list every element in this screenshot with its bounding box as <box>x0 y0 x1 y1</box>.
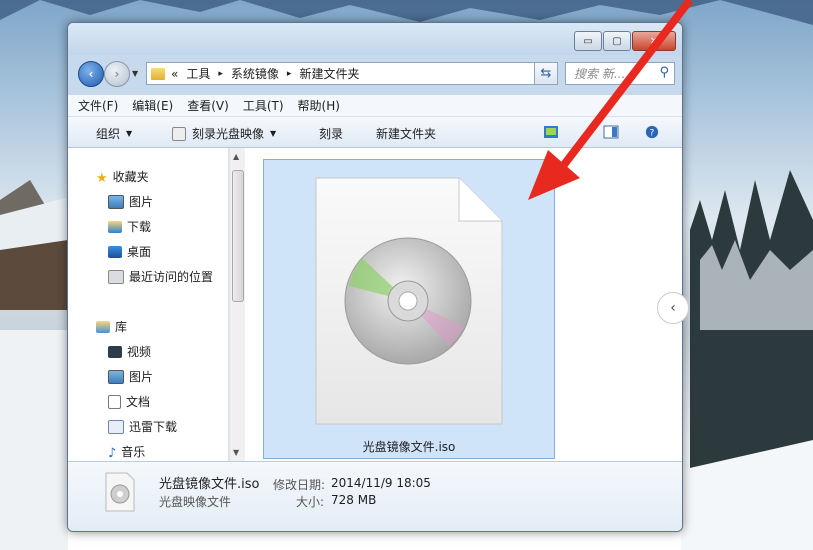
file-item-selected[interactable]: 光盘镜像文件.iso <box>263 159 555 459</box>
desktop-icon <box>108 245 122 258</box>
svg-text:?: ? <box>650 129 655 139</box>
nav-item-label: 图片 <box>129 370 154 384</box>
nav-library[interactable]: 库 <box>96 318 127 335</box>
help-icon[interactable]: ? <box>644 125 660 139</box>
navigation-pane: ★ 收藏夹 图片 下载 桌面 最近访问的位置 库 视频 图片 文档 迅雷下载 ♪… <box>68 148 229 461</box>
nav-item-downloads[interactable]: 下载 <box>108 218 151 235</box>
scroll-down-icon[interactable]: ▼ <box>233 448 239 457</box>
breadcrumb-overflow[interactable]: « <box>171 67 178 81</box>
iso-file-small-icon <box>105 472 135 512</box>
nav-item-desktop[interactable]: 桌面 <box>108 243 151 260</box>
music-note-icon: ♪ <box>108 445 117 461</box>
breadcrumb-item[interactable]: 工具 <box>186 65 210 82</box>
nav-favorites[interactable]: ★ 收藏夹 <box>96 168 149 186</box>
back-button[interactable]: ‹ <box>78 61 104 87</box>
history-dropdown-icon[interactable]: ▼ <box>132 69 138 78</box>
search-placeholder: 搜索 新... <box>574 67 626 81</box>
search-input[interactable]: 搜索 新... ⚲ <box>565 62 675 85</box>
burn-label: 刻录 <box>319 127 344 141</box>
nav-item-recent[interactable]: 最近访问的位置 <box>108 268 213 285</box>
burn-image-button[interactable]: 刻录光盘映像 ▼ <box>172 125 276 142</box>
library-icon <box>96 320 110 333</box>
close-button[interactable]: ✕ <box>632 31 676 51</box>
breadcrumb-item[interactable]: 系统镜像 <box>231 65 279 82</box>
disc-burn-icon <box>172 126 186 141</box>
downloads-icon <box>108 220 122 233</box>
details-modified-label: 修改日期: <box>273 478 326 492</box>
details-file-type: 光盘映像文件 <box>159 495 232 509</box>
scroll-thumb[interactable] <box>232 170 244 302</box>
nav-item-lib-pictures[interactable]: 图片 <box>108 368 153 385</box>
refresh-button[interactable]: ⇆ <box>534 62 558 85</box>
details-size-value: 728 MB <box>331 493 377 507</box>
nav-item-xunlei[interactable]: 迅雷下载 <box>108 418 177 435</box>
nav-item-label: 迅雷下载 <box>129 420 178 434</box>
nav-item-pictures[interactable]: 图片 <box>108 193 153 210</box>
nav-item-label: 文档 <box>126 395 151 409</box>
folder-icon <box>151 67 165 80</box>
nav-item-label: 视频 <box>127 345 152 359</box>
nav-item-label: 桌面 <box>127 245 152 259</box>
nav-library-label: 库 <box>115 320 128 334</box>
maximize-button[interactable]: ▢ <box>603 31 631 51</box>
nav-scrollbar[interactable]: ▲ ▼ <box>229 148 245 461</box>
breadcrumb-separator-icon[interactable]: ▸ <box>287 69 292 79</box>
xunlei-download-icon <box>108 419 124 434</box>
nav-item-documents[interactable]: 文档 <box>108 393 150 410</box>
recent-places-icon <box>108 269 124 284</box>
file-name-label: 光盘镜像文件.iso <box>362 440 456 454</box>
search-icon[interactable]: ⚲ <box>659 65 669 80</box>
nav-item-music[interactable]: ♪ 音乐 <box>108 443 146 461</box>
details-pane: 光盘镜像文件.iso 光盘映像文件 修改日期: 2014/11/9 18:05 … <box>68 461 682 531</box>
chevron-down-icon: ▼ <box>126 129 133 138</box>
nav-item-label: 图片 <box>129 195 154 209</box>
new-folder-button[interactable]: 新建文件夹 <box>376 125 436 142</box>
iso-file-icon <box>315 177 503 425</box>
videos-icon <box>108 345 122 358</box>
star-icon: ★ <box>96 170 108 186</box>
breadcrumb-separator-icon[interactable]: ▸ <box>218 69 223 79</box>
organize-button[interactable]: 组织 ▼ <box>96 125 132 142</box>
menu-file[interactable]: 文件(F) <box>78 97 118 114</box>
documents-icon <box>108 394 121 409</box>
details-file-name: 光盘镜像文件.iso <box>159 477 260 492</box>
address-bar[interactable]: « 工具 ▸ 系统镜像 ▸ 新建文件夹 ▼ <box>146 62 556 85</box>
pictures-icon <box>108 194 124 209</box>
nav-item-label: 最近访问的位置 <box>129 270 214 284</box>
burn-image-label: 刻录光盘映像 <box>192 127 265 141</box>
chevron-down-icon: ▼ <box>270 129 277 138</box>
view-options-icon[interactable] <box>543 125 559 139</box>
command-bar: 组织 ▼ 刻录光盘映像 ▼ 刻录 新建文件夹 ? <box>68 116 682 148</box>
new-folder-label: 新建文件夹 <box>376 127 437 141</box>
address-row: ‹ › ▼ « 工具 ▸ 系统镜像 ▸ 新建文件夹 ▼ ⇆ 搜索 新... ⚲ <box>68 57 682 87</box>
burn-button[interactable]: 刻录 <box>319 125 343 142</box>
details-modified-value: 2014/11/9 18:05 <box>331 476 431 490</box>
nav-item-label: 音乐 <box>121 445 146 459</box>
content-area: ★ 收藏夹 图片 下载 桌面 最近访问的位置 库 视频 图片 文档 迅雷下载 ♪… <box>68 148 682 461</box>
nav-item-label: 下载 <box>127 220 152 234</box>
menu-bar: 文件(F) 编辑(E) 查看(V) 工具(T) 帮助(H) <box>68 94 682 116</box>
breadcrumb-item[interactable]: 新建文件夹 <box>299 65 359 82</box>
menu-help[interactable]: 帮助(H) <box>298 97 340 114</box>
nav-item-videos[interactable]: 视频 <box>108 343 151 360</box>
minimize-button[interactable]: ▭ <box>574 31 602 51</box>
menu-edit[interactable]: 编辑(E) <box>132 97 173 114</box>
pictures-icon <box>108 369 124 384</box>
organize-label: 组织 <box>96 127 121 141</box>
preview-pane-icon[interactable] <box>603 125 619 139</box>
nav-favorites-label: 收藏夹 <box>112 170 149 184</box>
menu-tools[interactable]: 工具(T) <box>243 97 284 114</box>
explorer-window: ▭ ▢ ✕ ‹ › ▼ « 工具 ▸ 系统镜像 ▸ 新建文件夹 ▼ ⇆ 搜索 新… <box>67 22 683 532</box>
scroll-up-icon[interactable]: ▲ <box>233 152 239 161</box>
menu-view[interactable]: 查看(V) <box>187 97 229 114</box>
side-panel-chevron-button[interactable]: ‹ <box>657 292 689 324</box>
title-bar[interactable]: ▭ ▢ ✕ <box>68 23 682 55</box>
details-size-label: 大小: <box>296 495 325 509</box>
forward-button[interactable]: › <box>104 61 130 87</box>
